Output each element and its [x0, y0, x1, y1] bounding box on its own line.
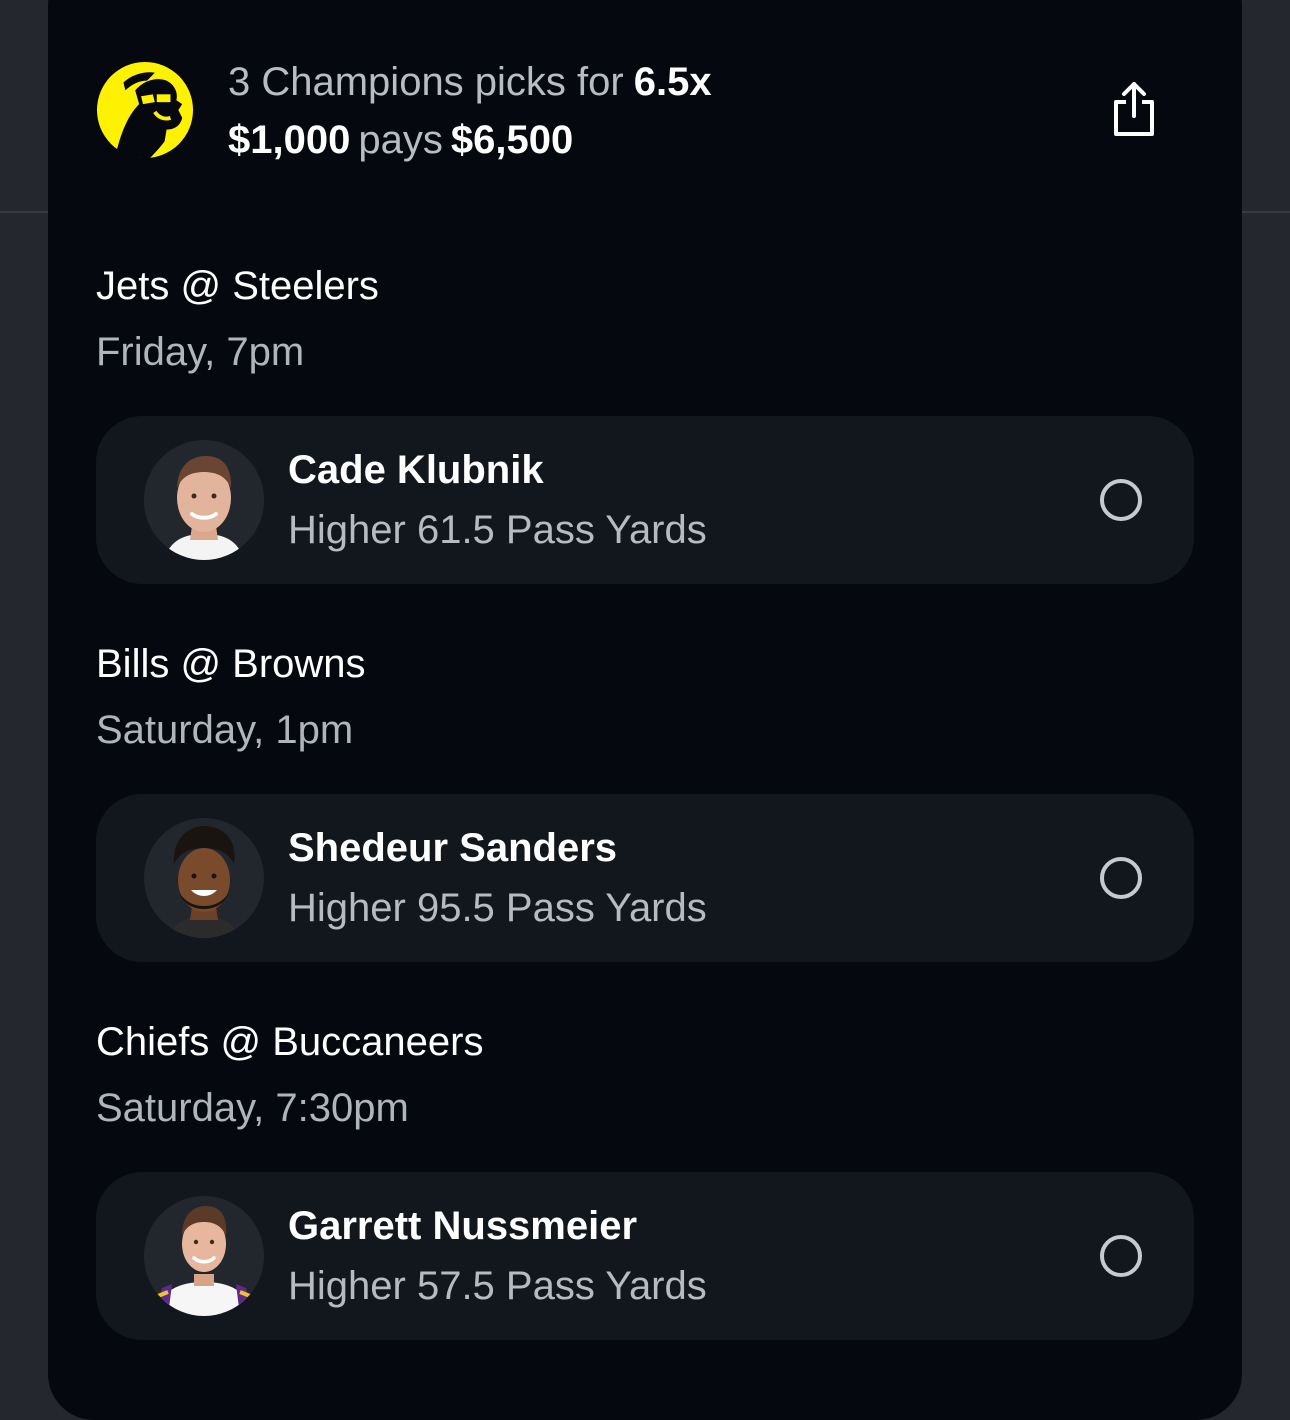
pick-card[interactable]: Garrett Nussmeier Higher 57.5 Pass Yards — [96, 1172, 1194, 1340]
pick-line: Higher 57.5 Pass Yards — [288, 1264, 707, 1308]
player-avatar — [144, 818, 264, 938]
select-radio[interactable] — [1100, 479, 1142, 521]
player-photo — [144, 1196, 264, 1316]
player-avatar — [144, 440, 264, 560]
game-matchup: Bills @ Browns — [96, 642, 366, 686]
player-photo — [144, 440, 264, 560]
game-time: Friday, 7pm — [96, 330, 305, 374]
pays-word: pays — [358, 118, 443, 162]
player-name: Cade Klubnik — [288, 448, 544, 492]
stake-amount: $1,000 — [228, 118, 351, 162]
share-icon[interactable] — [1112, 82, 1156, 138]
multiplier: 6.5x — [633, 60, 712, 104]
player-photo — [144, 818, 264, 938]
select-radio[interactable] — [1100, 857, 1142, 899]
headline-prefix: 3 Champions picks for — [228, 60, 624, 104]
game-matchup: Chiefs @ Buccaneers — [96, 1020, 484, 1064]
game-time: Saturday, 1pm — [96, 708, 354, 752]
player-name: Shedeur Sanders — [288, 826, 618, 870]
champions-logo-icon — [96, 61, 194, 159]
payout-line: $1,000 pays $6,500 — [228, 116, 573, 164]
payout-amount: $6,500 — [450, 118, 574, 162]
player-name: Garrett Nussmeier — [288, 1204, 638, 1248]
pick-line: Higher 95.5 Pass Yards — [288, 886, 707, 930]
select-radio[interactable] — [1100, 1235, 1142, 1277]
game-matchup: Jets @ Steelers — [96, 264, 379, 308]
game-time: Saturday, 7:30pm — [96, 1086, 409, 1130]
headline: 3 Champions picks for 6.5x — [228, 58, 712, 106]
pick-card[interactable]: Shedeur Sanders Higher 95.5 Pass Yards — [96, 794, 1194, 962]
player-avatar — [144, 1196, 264, 1316]
picks-header: 3 Champions picks for 6.5x $1,000 pays $6,5… — [96, 58, 1196, 168]
pick-card[interactable]: Cade Klubnik Higher 61.5 Pass Yards — [96, 416, 1194, 584]
pick-line: Higher 61.5 Pass Yards — [288, 508, 707, 552]
